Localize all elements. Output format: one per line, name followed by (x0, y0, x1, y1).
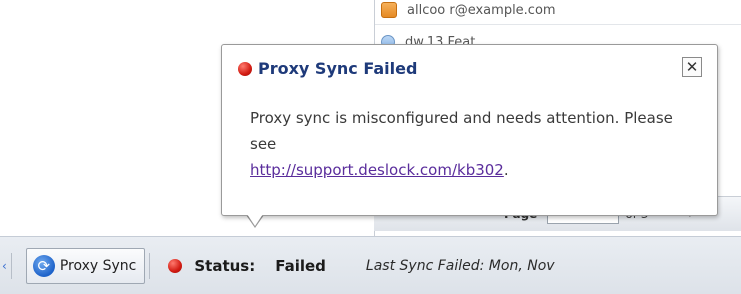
list-item-text: allcoo r@example.com (407, 2, 556, 18)
balloon-message-text: Proxy sync is misconfigured and needs at… (250, 109, 673, 153)
status-label: Status: (194, 256, 256, 275)
proxy-sync-button[interactable]: ⟳ Proxy Sync (25, 247, 146, 284)
close-icon: ✕ (685, 57, 699, 76)
balloon-tail-fill (247, 214, 263, 226)
list-item[interactable]: allcoo r@example.com (381, 0, 556, 20)
status-bar: ‹ ⟳ Proxy Sync Status: Failed Last Sync … (0, 236, 741, 294)
balloon-message: Proxy sync is misconfigured and needs at… (250, 105, 680, 183)
status-separator (10, 252, 12, 279)
last-sync-text: Last Sync Failed: Mon, Nov (365, 257, 555, 274)
sync-icon: ⟳ (32, 254, 55, 277)
scroll-left-icon[interactable]: ‹ (2, 259, 7, 273)
status-separator (149, 252, 151, 279)
status-value: Failed (275, 256, 326, 275)
red-dot-icon (168, 258, 183, 273)
kb-link[interactable]: http://support.deslock.com/kb302 (250, 161, 504, 179)
proxy-sync-label: Proxy Sync (59, 257, 137, 274)
red-dot-icon (238, 61, 252, 76)
close-button[interactable]: ✕ (682, 57, 702, 77)
balloon-title-text: Proxy Sync Failed (258, 59, 418, 78)
notification-balloon: Proxy Sync Failed ✕ Proxy sync is miscon… (221, 44, 718, 216)
list-divider (375, 24, 741, 25)
balloon-link-suffix: . (503, 161, 509, 179)
balloon-title: Proxy Sync Failed (238, 59, 417, 78)
user-icon (381, 2, 397, 18)
